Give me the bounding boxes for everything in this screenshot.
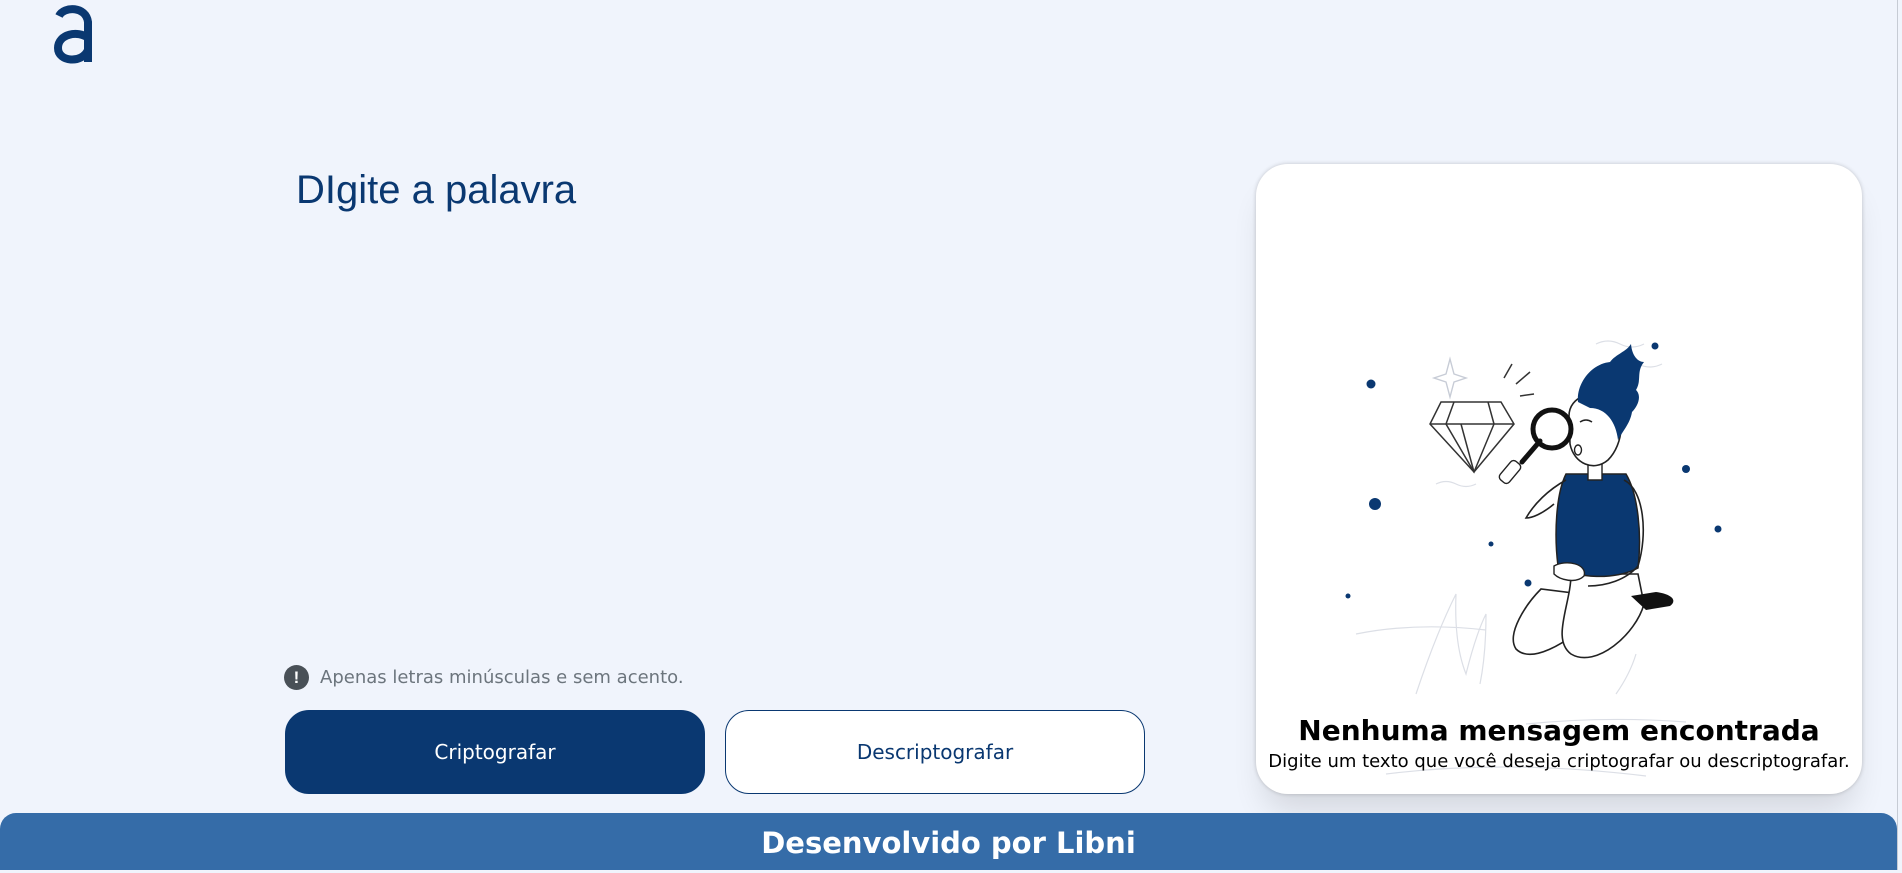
message-input[interactable]	[288, 160, 1108, 630]
warning-text: Apenas letras minúsculas e sem acento.	[320, 667, 684, 688]
decrypt-button[interactable]: Descriptografar	[725, 710, 1145, 794]
input-warning: ! Apenas letras minúsculas e sem acento.	[284, 665, 684, 690]
vertical-scrollbar[interactable]	[1897, 0, 1902, 870]
exclamation-circle-icon: !	[284, 665, 309, 690]
alura-logo-icon	[53, 5, 92, 64]
encrypt-button[interactable]: Criptografar	[285, 710, 705, 794]
empty-state-title: Nenhuma mensagem encontrada	[1298, 714, 1820, 747]
footer: Desenvolvido por Libni	[0, 813, 1897, 870]
footer-text: Desenvolvido por Libni	[761, 826, 1136, 860]
output-panel: Nenhuma mensagem encontrada Digite um te…	[1256, 164, 1862, 794]
empty-state-subtitle: Digite um texto que você deseja criptogr…	[1268, 751, 1850, 772]
